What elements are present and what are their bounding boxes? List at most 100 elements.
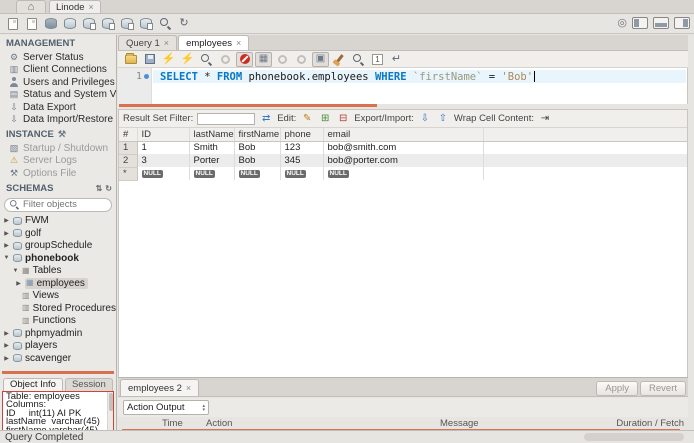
create-function-icon[interactable] — [138, 16, 154, 32]
chevron-down-icon[interactable] — [12, 268, 19, 274]
chevron-right-icon[interactable] — [15, 280, 22, 287]
cell[interactable]: Bob — [234, 154, 281, 167]
tree-item-functions[interactable]: ▥ Functions — [0, 315, 116, 328]
schema-filter-input[interactable] — [23, 199, 103, 210]
connection-tab-linode[interactable]: Linode × — [49, 0, 101, 13]
limit-rows-icon[interactable]: ▦ — [255, 51, 272, 67]
toggle-right-sidebar-button[interactable] — [674, 16, 690, 29]
scrollbar-thumb[interactable] — [584, 433, 684, 441]
create-table-icon[interactable] — [81, 16, 97, 32]
sidebar-item-startup-shutdown[interactable]: ▧ Startup / Shutdown — [0, 142, 116, 155]
cell[interactable]: 1 — [137, 141, 190, 154]
table-row[interactable]: 1 1 Smith Bob 123 bob@smith.com — [119, 141, 687, 155]
sql-editor[interactable]: 1 SELECT * FROM phonebook.employees WHER… — [118, 68, 688, 104]
sidebar-item-options-file[interactable]: ⚒ Options File — [0, 167, 116, 180]
delete-row-icon[interactable]: ⊟ — [336, 112, 350, 125]
import-records-icon[interactable]: ⇧ — [436, 112, 450, 125]
refresh-schemas-icon[interactable]: ↻ — [105, 184, 112, 193]
open-sql-file-icon[interactable] — [24, 16, 40, 32]
action-output-dropdown[interactable]: Action Output ▴ ▾ — [123, 400, 209, 415]
cell[interactable]: bob@smith.com — [323, 141, 484, 154]
tree-item-employees[interactable]: ▦employees — [0, 277, 116, 290]
new-row[interactable]: * NULL NULL NULL NULL NULL — [119, 167, 687, 181]
tree-item-groupschedule[interactable]: groupSchedule — [0, 240, 116, 253]
sidebar-item-data-export[interactable]: ⇩ Data Export — [0, 101, 116, 114]
scrollbar[interactable] — [107, 391, 113, 430]
tab-employees[interactable]: employees × — [178, 35, 250, 50]
cell[interactable]: 123 — [280, 141, 324, 154]
search-data-icon[interactable] — [157, 16, 173, 32]
toggle-autocommit-icon[interactable]: ▣ — [312, 51, 329, 67]
save-script-icon[interactable] — [141, 52, 158, 67]
column-header-time[interactable]: Time — [162, 418, 183, 429]
result-filter-input[interactable] — [197, 112, 256, 125]
sidebar-item-users-privileges[interactable]: Users and Privileges — [0, 76, 116, 89]
create-schema-icon[interactable] — [62, 16, 78, 32]
null-badge[interactable]: NULL — [141, 170, 163, 178]
table-row[interactable]: 2 3 Porter Bob 345 bob@porter.com — [119, 154, 687, 168]
spinner-arrows-icon[interactable]: ▴ ▾ — [202, 403, 205, 412]
find-icon[interactable] — [350, 52, 367, 67]
toggle-left-sidebar-button[interactable] — [632, 16, 648, 29]
revert-button[interactable]: Revert — [640, 381, 686, 396]
sql-statement[interactable]: SELECT * FROM phonebook.employees WHERE … — [160, 70, 536, 83]
open-script-icon[interactable] — [122, 52, 139, 67]
inspector-icon[interactable] — [43, 16, 59, 32]
column-header-lastname[interactable]: lastName — [189, 128, 235, 142]
chevron-right-icon[interactable] — [3, 242, 10, 249]
beautify-query-icon[interactable] — [331, 52, 348, 67]
close-icon[interactable]: × — [236, 38, 241, 48]
wrap-text-icon[interactable]: ↵ — [388, 52, 405, 67]
tab-query-1[interactable]: Query 1 × — [118, 35, 178, 50]
column-header-firstname[interactable]: firstName — [234, 128, 281, 142]
tree-item-golf[interactable]: golf — [0, 227, 116, 240]
sidebar-item-server-status[interactable]: ⚙ Server Status — [0, 51, 116, 64]
explain-icon[interactable] — [198, 52, 215, 67]
create-procedure-icon[interactable] — [119, 16, 135, 32]
expand-collapse-icon[interactable]: ⇅ — [96, 184, 103, 193]
column-header-action[interactable]: Action — [206, 418, 232, 429]
cell[interactable]: Smith — [189, 141, 235, 154]
sidebar-item-status-system-variables[interactable]: ▤Status and System Variables — [0, 89, 116, 102]
sidebar-item-server-logs[interactable]: ⚠ Server Logs — [0, 155, 116, 168]
column-header-id[interactable]: ID — [137, 128, 190, 142]
chevron-right-icon[interactable] — [3, 355, 10, 362]
chevron-right-icon[interactable] — [3, 330, 10, 337]
column-header-message[interactable]: Message — [440, 418, 479, 429]
column-header-email[interactable]: email — [323, 128, 484, 142]
edit-record-icon[interactable]: ✎ — [300, 112, 314, 125]
close-icon[interactable]: × — [164, 38, 169, 48]
cell[interactable]: 3 — [137, 154, 190, 167]
close-icon[interactable]: × — [186, 383, 191, 393]
export-recordset-icon[interactable]: ⇩ — [418, 112, 432, 125]
sidebar-item-client-connections[interactable]: ▥ Client Connections — [0, 64, 116, 77]
chevron-down-icon[interactable] — [3, 255, 10, 261]
tab-object-info[interactable]: Object Info — [3, 377, 63, 391]
toggle-output-area-button[interactable] — [653, 16, 669, 29]
tree-item-fwm[interactable]: FWM — [0, 215, 116, 228]
invisible-characters-icon[interactable]: 1 — [369, 52, 386, 67]
wrap-cell-content-icon[interactable]: ⇥ — [538, 112, 552, 125]
null-badge[interactable]: NULL — [284, 170, 306, 178]
tree-item-players[interactable]: players — [0, 340, 116, 353]
tree-item-stored-procedures[interactable]: ▥ Stored Procedures — [0, 302, 116, 315]
null-badge[interactable]: NULL — [238, 170, 260, 178]
execute-icon[interactable]: ⚡ — [160, 52, 177, 67]
tree-item-views[interactable]: ▥ Views — [0, 290, 116, 303]
close-icon[interactable]: × — [89, 2, 94, 12]
chevron-right-icon[interactable] — [3, 230, 10, 237]
column-header-num[interactable]: # — [119, 128, 138, 142]
execute-current-icon[interactable]: ⚡ — [179, 52, 196, 67]
apply-button[interactable]: Apply — [596, 381, 639, 396]
refresh-icon[interactable]: ⇄ — [259, 112, 273, 125]
tab-session[interactable]: Session — [64, 377, 113, 391]
null-badge[interactable]: NULL — [327, 170, 349, 178]
cell[interactable]: Porter — [189, 154, 235, 167]
toggle-stop-on-error-icon[interactable] — [236, 51, 253, 67]
reconnect-db-icon[interactable]: ↻ — [176, 16, 192, 32]
cell[interactable]: 345 — [280, 154, 324, 167]
tree-item-phonebook[interactable]: phonebook — [0, 252, 116, 265]
chevron-right-icon[interactable] — [3, 342, 10, 349]
insert-row-icon[interactable]: ⊞ — [318, 112, 332, 125]
sidebar-splitter[interactable] — [2, 370, 114, 374]
